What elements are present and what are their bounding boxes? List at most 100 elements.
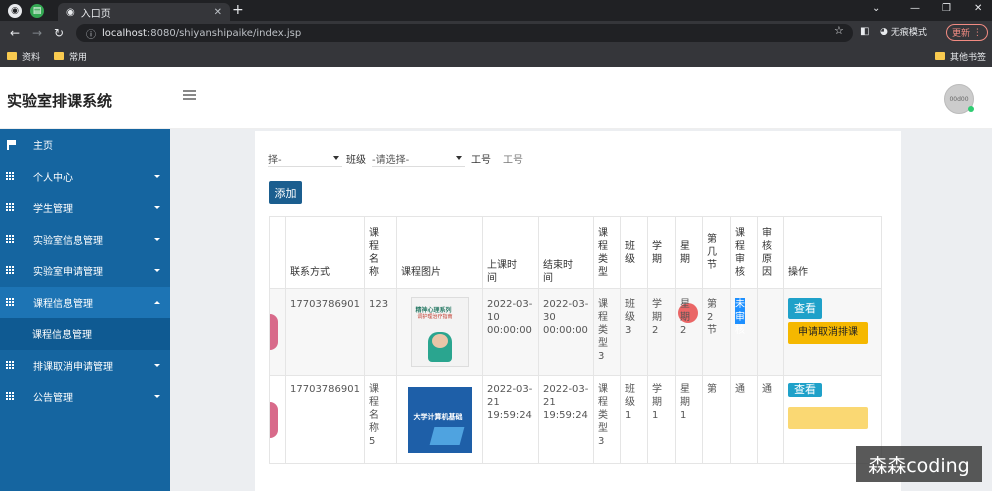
period-cell: 第2节 [702,288,731,376]
reload-icon[interactable]: ↻ [52,26,66,40]
sidebar-item-label: 个人中心 [33,172,73,184]
weekday-cell: 星期1 [675,375,703,464]
sidebar-item-label: 实验室信息管理 [33,235,103,247]
view-button[interactable]: 查看 [788,383,822,397]
phone-cell: 17703786901 [285,375,365,464]
incognito-label: 无痕模式 [890,28,927,38]
globe-icon: ◉ [66,6,75,18]
sidebar-item-label: 课程信息管理 [32,330,92,342]
start-time-cell: 2022-03-10 00:00:00 [482,288,539,376]
flag-icon [7,139,16,150]
sidebar-item-cancel-requests[interactable]: 排课取消申请管理 [0,350,170,382]
watermark: 森森coding [856,446,982,482]
column-header: 上课时间 [482,216,539,289]
sidebar-item-students[interactable]: 学生管理 [0,192,170,224]
forward-icon[interactable]: → [30,26,44,40]
course-name-cell: 课程名称5 [364,375,397,464]
table-header-row: 联系方式 课程名称 课程图片 上课时间 结束时间 课程类型 班级 学期 星期 第… [269,216,882,289]
column-header: 结束时间 [538,216,594,289]
browser-tab-active[interactable]: ◉ 入口页 ✕ [58,3,230,21]
back-icon[interactable]: ← [8,26,22,40]
new-tab-icon[interactable]: + [232,2,244,18]
sidebar-item-personal-center[interactable]: 个人中心 [0,161,170,193]
job-number-label: 工号 [471,155,491,166]
column-header-select [269,216,286,289]
book-cover-psychology: 精神心理系列 调护理治疗指南 [410,297,469,367]
tab-search-icon[interactable]: ⌄ [872,3,880,14]
bookmark-folder-1[interactable]: 资料 [22,50,40,63]
row-checkbox[interactable] [269,288,286,376]
app-title: 实验室排课系统 [7,92,113,110]
column-header: 操作 [783,216,882,289]
url-field[interactable]: ⓘ localhost :8080/shiyanshipaike/index.j… [76,24,853,42]
chrome-icon[interactable]: ◉ [8,3,22,18]
menu-toggle-icon[interactable] [183,90,196,101]
sidebar: 主页 个人中心 学生管理 实验室信息管理 实验室申请管理 课程信息管理 课程信息… [0,129,170,491]
column-header: 星期 [675,216,703,289]
column-header: 课程图片 [396,216,483,289]
column-header: 审核原因 [757,216,784,289]
grid-icon [6,203,15,212]
phone-cell: 17703786901 [285,288,365,376]
course-image-cell: 精神心理系列 调护理治疗指南 [396,288,483,376]
bookmark-folder-2[interactable]: 常用 [69,50,87,63]
side-panel-icon[interactable]: ◧ [860,26,869,37]
chevron-down-icon [154,269,160,273]
chevron-down-icon [154,395,160,399]
reason-cell: 通 [757,375,784,464]
incognito-icon: ◕ [880,26,888,37]
close-window-icon[interactable]: ✕ [974,3,982,14]
class-select-value: -请选择- [372,154,410,166]
course-type-cell: 课程类型3 [593,288,621,376]
grid-icon [6,297,15,307]
class-label: 班级 [346,155,366,166]
sidebar-item-home[interactable]: 主页 [0,129,170,161]
column-header: 学期 [647,216,676,289]
avatar[interactable]: 00d00 [944,84,974,114]
cancel-schedule-button[interactable]: 申请取消排课 [788,322,868,344]
actions-cell: 查看 申请取消排课 [783,288,882,376]
sidebar-item-lab-application[interactable]: 实验室申请管理 [0,255,170,287]
class-cell: 班级3 [620,288,648,376]
sidebar-subitem-course-info[interactable]: 课程信息管理 [0,318,170,350]
update-button[interactable]: 更新 ⋮ [946,24,988,41]
view-button[interactable]: 查看 [788,298,822,319]
grid-icon [6,360,15,370]
update-label: 更新 [952,29,971,39]
class-select[interactable]: -请选择- [372,150,465,167]
audit-cell: 未审核 [730,288,758,376]
term-cell: 学期1 [647,375,676,464]
close-tab-icon[interactable]: ✕ [214,7,222,18]
start-time-cell: 2022-03-21 19:59:24 [482,375,539,464]
minimize-icon[interactable]: — [910,3,920,14]
end-time-cell: 2022-03-21 19:59:24 [538,375,594,464]
url-path: :8080/shiyanshipaike/index.jsp [146,27,302,39]
chevron-down-icon [154,174,160,178]
filter-select-1[interactable]: 择- [268,150,342,167]
browser-tab-strip: ◉ ▤ ◉ 入口页 ✕ + ⌄ — ❐ ✕ [0,0,992,21]
cancel-schedule-button[interactable] [788,407,868,429]
bookmark-star-icon[interactable]: ☆ [834,24,844,37]
app-header: 实验室排课系统 00d00 [0,67,992,129]
course-image-cell: 大学计算机基础 [396,375,483,464]
end-time-cell: 2022-03-30 00:00:00 [538,288,594,376]
course-name-cell: 123 [364,288,397,376]
sidebar-item-announcements[interactable]: 公告管理 [0,381,170,413]
other-bookmarks[interactable]: 其他书签 [950,50,986,63]
sidebar-item-lab-info[interactable]: 实验室信息管理 [0,224,170,256]
incognito-indicator[interactable]: ◕ 无痕模式 [880,25,927,39]
restore-icon[interactable]: ❐ [942,3,951,14]
column-header: 第几节 [702,216,731,289]
sidebar-item-course-info[interactable]: 课程信息管理 [0,286,170,318]
add-button[interactable]: 添加 [269,181,302,204]
url-host: localhost [102,27,147,39]
app-tab-icon[interactable]: ▤ [30,3,44,18]
grid-icon [6,392,15,401]
class-cell: 班级1 [620,375,648,464]
bookmarks-bar: 资料 常用 其他书签 [0,45,992,67]
chevron-up-icon [154,300,160,304]
term-cell: 学期2 [647,288,676,376]
row-checkbox[interactable] [269,375,286,464]
sidebar-item-label: 实验室申请管理 [33,267,103,279]
job-number-input[interactable]: 工号 [503,151,523,166]
